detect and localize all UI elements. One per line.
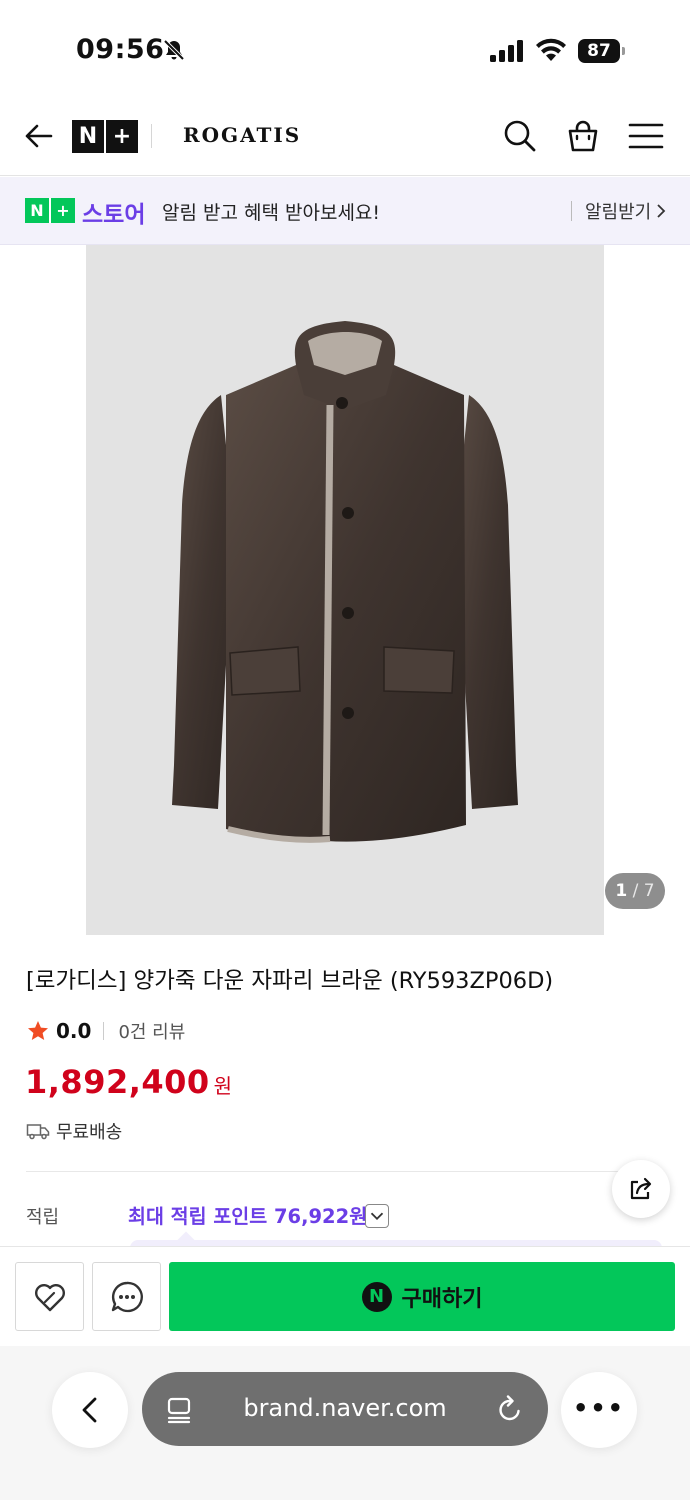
purchase-bar: N 구매하기 <box>0 1246 690 1346</box>
logo-n: N <box>78 124 98 149</box>
shipping-label: 무료배송 <box>56 1122 123 1143</box>
banner-divider <box>571 201 572 221</box>
buy-button[interactable]: N 구매하기 <box>169 1262 675 1331</box>
search-icon[interactable] <box>502 118 538 154</box>
chat-icon <box>111 1281 143 1313</box>
product-image-carousel[interactable] <box>86 245 604 935</box>
section-divider <box>26 1171 664 1172</box>
more-options-button[interactable]: ••• <box>561 1372 637 1448</box>
battery-icon: 87 <box>578 39 626 63</box>
subscribe-link[interactable]: 알림받기 <box>585 198 651 224</box>
rating-divider <box>103 1022 105 1040</box>
chevron-left-icon <box>82 1397 97 1423</box>
brand-logo[interactable]: ROGATIS <box>183 123 301 147</box>
wifi-icon <box>536 38 566 61</box>
talktalk-button[interactable] <box>92 1262 161 1331</box>
review-count[interactable]: 0건 리뷰 <box>118 1018 185 1044</box>
image-counter-current: 1 <box>615 881 628 901</box>
buy-button-label: 구매하기 <box>401 1286 483 1312</box>
heart-icon <box>35 1284 65 1312</box>
star-icon <box>28 1021 48 1040</box>
wishlist-button[interactable] <box>15 1262 84 1331</box>
address-bar[interactable]: brand.naver.com <box>142 1372 548 1446</box>
banner-message: 알림 받고 혜택 받아보세요! <box>162 202 381 224</box>
reload-icon[interactable] <box>496 1394 524 1424</box>
store-label: 스토어 <box>82 202 146 228</box>
image-counter: 1 / 7 <box>605 873 665 909</box>
rating-row[interactable]: 0.0 0건 리뷰 <box>26 1017 185 1045</box>
battery-nub <box>622 47 625 55</box>
max-points-value[interactable]: 최대 적립 포인트 76,922원 <box>128 1200 367 1229</box>
naver-plus-logo[interactable]: N + <box>72 120 138 153</box>
share-icon <box>630 1177 652 1200</box>
image-counter-separator: / <box>632 881 639 901</box>
product-title: [로가디스] 양가죽 다운 자파리 브라운 (RY593ZP06D) <box>26 968 554 994</box>
price-currency: 원 <box>213 1074 233 1098</box>
more-icon: ••• <box>572 1394 626 1422</box>
chevron-down-icon[interactable] <box>365 1204 389 1228</box>
shipping-info: 무료배송 <box>26 1118 122 1144</box>
battery-level: 87 <box>578 39 620 63</box>
mini-logo-plus: + <box>49 198 75 223</box>
leather-jacket-image <box>172 321 518 843</box>
image-counter-total: 7 <box>643 881 655 901</box>
rating-score: 0.0 <box>56 1019 92 1043</box>
bell-slash-icon <box>163 39 185 61</box>
chevron-right-icon <box>657 204 666 218</box>
logo-plus: + <box>104 120 138 153</box>
points-label: 적립 <box>26 1207 60 1228</box>
url-text: brand.naver.com <box>243 1394 447 1422</box>
naver-plus-mini-logo: N + <box>25 198 75 223</box>
browser-back-button[interactable] <box>52 1372 128 1448</box>
browser-toolbar: brand.naver.com ••• <box>0 1346 690 1500</box>
notification-banner[interactable]: N + 스토어 알림 받고 혜택 받아보세요! 알림받기 <box>0 177 690 245</box>
menu-icon[interactable] <box>628 120 664 152</box>
cart-icon[interactable] <box>565 118 601 154</box>
site-header: N + ROGATIS <box>0 100 690 176</box>
share-button[interactable] <box>612 1160 670 1218</box>
price: 1,892,400 원 <box>25 1063 232 1101</box>
status-time: 09:56 <box>76 34 165 65</box>
header-divider <box>151 124 152 148</box>
price-amount: 1,892,400 <box>25 1063 210 1101</box>
mini-logo-n: N <box>30 201 44 220</box>
status-bar: 09:56 87 <box>0 0 690 100</box>
signal-icon <box>490 40 523 62</box>
back-arrow-icon[interactable] <box>20 118 56 154</box>
npay-icon: N <box>361 1281 392 1312</box>
truck-icon <box>26 1124 50 1140</box>
